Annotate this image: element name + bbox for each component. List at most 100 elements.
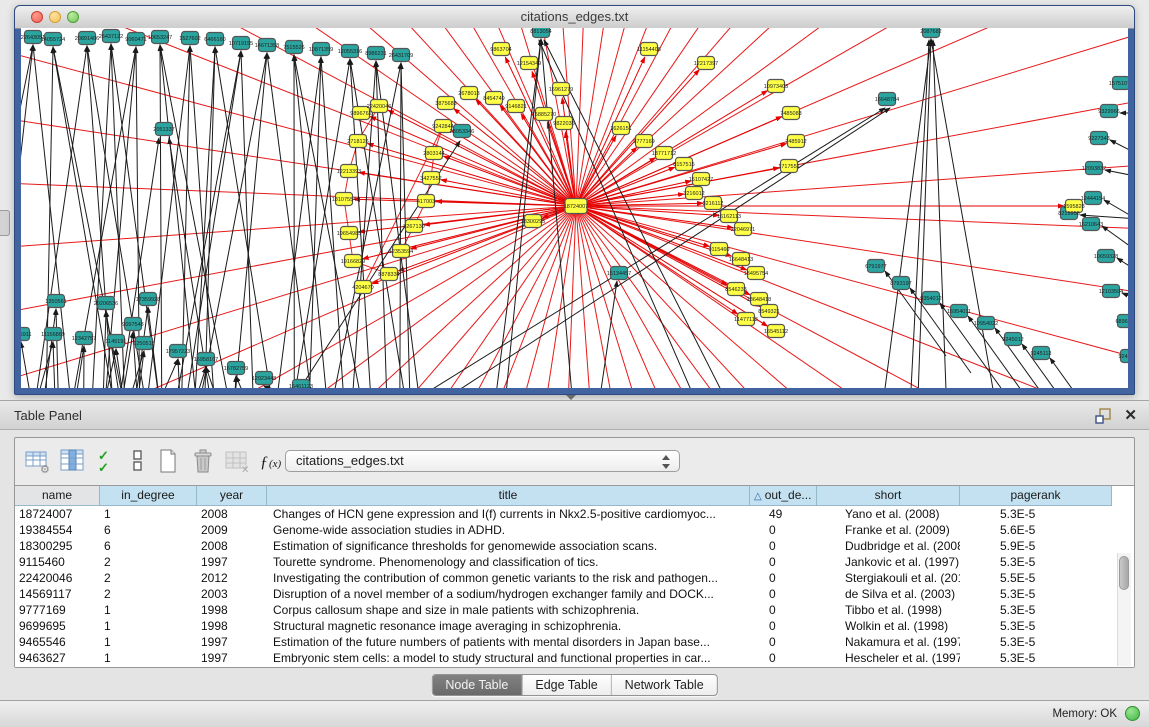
select-checks-icon[interactable]: ✓✓: [95, 448, 121, 474]
table-cell[interactable]: Structural magnetic resonance image aver…: [267, 618, 750, 634]
table-cell[interactable]: 2: [100, 586, 197, 602]
minimize-window-icon[interactable]: [49, 11, 61, 23]
table-cell[interactable]: 0: [750, 586, 817, 602]
table-row[interactable]: 2242004622012Investigating the contribut…: [15, 570, 1134, 586]
table-cell[interactable]: 22420046: [15, 570, 100, 586]
table-cell[interactable]: Estimation of significance thresholds fo…: [267, 538, 750, 554]
close-panel-icon[interactable]: ✕: [1124, 406, 1137, 424]
table-cell[interactable]: 6: [100, 538, 197, 554]
table-settings-icon[interactable]: ⚙: [25, 448, 51, 474]
table-row[interactable]: 1872400712008Changes of HCN gene express…: [15, 506, 1134, 522]
table-row[interactable]: 969969511998Structural magnetic resonanc…: [15, 618, 1134, 634]
table-cell[interactable]: 1: [100, 506, 197, 522]
table-cell[interactable]: 2: [100, 554, 197, 570]
table-cell[interactable]: 18724007: [15, 506, 100, 522]
table-cell[interactable]: 9463627: [15, 650, 100, 666]
table-cell[interactable]: 0: [750, 570, 817, 586]
column-header-in-degree[interactable]: in_degree: [100, 486, 197, 506]
row-height-icon[interactable]: [125, 448, 151, 474]
table-cell[interactable]: 5.3E-5: [960, 554, 1112, 570]
table-cell[interactable]: 9115460: [15, 554, 100, 570]
memory-ok-indicator[interactable]: [1125, 706, 1140, 721]
window-titlebar[interactable]: citations_edges.txt: [15, 6, 1134, 29]
table-cell[interactable]: 0: [750, 602, 817, 618]
table-cell[interactable]: Tibbo et al. (1998): [817, 602, 960, 618]
table-cell[interactable]: 9465546: [15, 634, 100, 650]
float-panel-icon[interactable]: [1095, 408, 1111, 424]
table-cell[interactable]: Stergiakouli et al. (2012): [817, 570, 960, 586]
table-cell[interactable]: 18300295: [15, 538, 100, 554]
column-header-out-degree[interactable]: △out_de...: [750, 486, 817, 506]
table-cell[interactable]: Embryonic stem cells: a model to study s…: [267, 650, 750, 666]
table-cell[interactable]: Disruption of a novel member of a sodium…: [267, 586, 750, 602]
table-cell[interactable]: 1998: [197, 602, 267, 618]
table-cell[interactable]: 0: [750, 634, 817, 650]
table-cell[interactable]: 1997: [197, 554, 267, 570]
table-cell[interactable]: 2008: [197, 538, 267, 554]
table-select-dropdown[interactable]: citations_edges.txt: [285, 450, 680, 472]
table-cell[interactable]: Changes of HCN gene expression and I(f) …: [267, 506, 750, 522]
table-cell[interactable]: Nakamura et al. (1997): [817, 634, 960, 650]
scrollbar-thumb[interactable]: [1119, 556, 1129, 590]
table-cell[interactable]: Hescheler et al. (1997): [817, 650, 960, 666]
table-cell[interactable]: 5.5E-5: [960, 570, 1112, 586]
delete-attribute-icon[interactable]: [190, 448, 216, 474]
table-cell[interactable]: Corpus callosum shape and size in male p…: [267, 602, 750, 618]
table-cell[interactable]: 0: [750, 618, 817, 634]
table-cell[interactable]: 1: [100, 602, 197, 618]
table-cell[interactable]: 1998: [197, 618, 267, 634]
table-row[interactable]: 977716911998Corpus callosum shape and si…: [15, 602, 1134, 618]
table-cell[interactable]: 0: [750, 650, 817, 666]
table-cell[interactable]: 0: [750, 538, 817, 554]
table-cell[interactable]: 5.3E-5: [960, 506, 1112, 522]
table-cell[interactable]: 9777169: [15, 602, 100, 618]
vertical-scrollbar[interactable]: [1117, 553, 1131, 666]
network-canvas[interactable]: 2264305114055724208914062643712290604711…: [21, 28, 1128, 388]
table-cell[interactable]: 5.3E-5: [960, 618, 1112, 634]
table-cell[interactable]: 6: [100, 522, 197, 538]
table-cell[interactable]: 2009: [197, 522, 267, 538]
table-cell[interactable]: 14569117: [15, 586, 100, 602]
table-cell[interactable]: 49: [750, 506, 817, 522]
table-row[interactable]: 946554611997Estimation of the future num…: [15, 634, 1134, 650]
table-cell[interactable]: 0: [750, 522, 817, 538]
table-cell[interactable]: 2: [100, 570, 197, 586]
table-cell[interactable]: Franke et al. (2009): [817, 522, 960, 538]
table-cell[interactable]: Jankovic et al. (1997): [817, 554, 960, 570]
function-builder-icon[interactable]: ƒ(x): [258, 448, 284, 474]
table-cell[interactable]: Yano et al. (2008): [817, 506, 960, 522]
column-header-title[interactable]: title: [267, 486, 750, 506]
table-cell[interactable]: Investigating the contribution of common…: [267, 570, 750, 586]
column-header-pagerank[interactable]: pagerank: [960, 486, 1112, 506]
table-cell[interactable]: 1: [100, 618, 197, 634]
table-cell[interactable]: 5.3E-5: [960, 602, 1112, 618]
tab-network-table[interactable]: Network Table: [612, 675, 717, 695]
table-cell[interactable]: 0: [750, 554, 817, 570]
table-cell[interactable]: 19384554: [15, 522, 100, 538]
table-cell[interactable]: Dudbridge et al. (2008): [817, 538, 960, 554]
table-cell[interactable]: 5.3E-5: [960, 586, 1112, 602]
table-row[interactable]: 946362711997Embryonic stem cells: a mode…: [15, 650, 1134, 666]
table-cell[interactable]: 9699695: [15, 618, 100, 634]
table-cell[interactable]: 2003: [197, 586, 267, 602]
table-cell[interactable]: 1: [100, 650, 197, 666]
close-window-icon[interactable]: [31, 11, 43, 23]
table-cell[interactable]: 1997: [197, 634, 267, 650]
table-cell[interactable]: 2012: [197, 570, 267, 586]
tab-node-table[interactable]: Node Table: [432, 675, 522, 695]
table-cell[interactable]: 5.3E-5: [960, 650, 1112, 666]
column-header-year[interactable]: year: [197, 486, 267, 506]
table-row[interactable]: 911546021997Tourette syndrome. Phenomeno…: [15, 554, 1134, 570]
table-cell[interactable]: Tourette syndrome. Phenomenology and cla…: [267, 554, 750, 570]
table-cell[interactable]: Wolkin et al. (1998): [817, 618, 960, 634]
tab-edge-table[interactable]: Edge Table: [522, 675, 611, 695]
table-row[interactable]: 1938455462009Genome-wide association stu…: [15, 522, 1134, 538]
table-cell[interactable]: 5.9E-5: [960, 538, 1112, 554]
zoom-window-icon[interactable]: [67, 11, 79, 23]
table-cell[interactable]: 5.3E-5: [960, 634, 1112, 650]
table-cell[interactable]: Genome-wide association studies in ADHD.: [267, 522, 750, 538]
table-cell[interactable]: 1: [100, 634, 197, 650]
table-cell[interactable]: 5.6E-5: [960, 522, 1112, 538]
table-cell[interactable]: 2008: [197, 506, 267, 522]
table-cell[interactable]: de Silva et al. (2003): [817, 586, 960, 602]
